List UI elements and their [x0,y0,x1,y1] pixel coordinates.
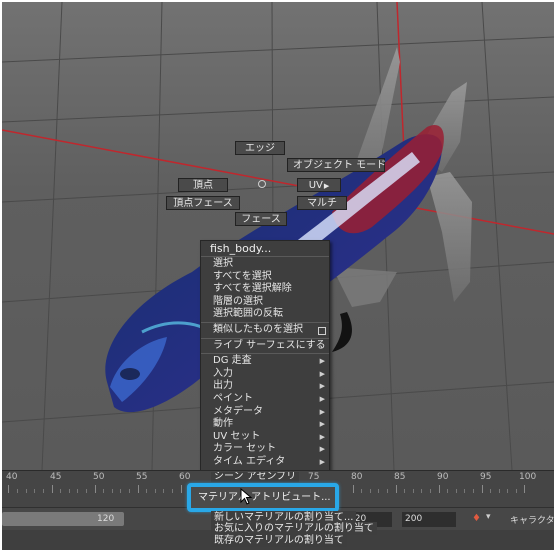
menu-group-live: ライブ サーフェスにする [201,339,329,355]
menu-item-label: タイム エディタ [213,455,286,467]
menu-item-actions[interactable]: 動作 ▶ [201,418,329,431]
menu-item-label: 類似したものを選択 [213,323,303,335]
menu-item-outputs[interactable]: 出力 ▶ [201,380,329,393]
maya-window: エッジ オブジェクト モード 頂点 UV▶ 頂点フェース マルチ フェース fi… [2,2,554,550]
menu-item-paint[interactable]: ペイント ▶ [201,393,329,406]
context-menu: fish_body... 選択 すべてを選択 すべてを選択解除 階層の選択 選択… [200,240,330,471]
tick-label: 90 [437,472,449,482]
menu-item-label: すべてを選択解除 [213,283,292,295]
marking-multi-label: マルチ [307,198,337,209]
menu-title[interactable]: fish_body... [201,241,329,257]
menu-item-make-live[interactable]: ライブ サーフェスにする [201,340,329,353]
menu-item-label: カラー セット [213,443,277,455]
playback-options-icon[interactable]: ▾ [486,512,491,522]
menu-group-select: 選択 すべてを選択 すべてを選択解除 階層の選択 選択範囲の反転 [201,257,329,323]
mouse-cursor-icon [240,488,253,505]
range-start-field[interactable]: 120 [94,512,118,527]
menu-item-dg-traversal[interactable]: DG 走査 ▶ [201,355,329,368]
menu-item-label: ライブ サーフェスにする [213,339,326,351]
marking-vertex-face[interactable]: 頂点フェース [166,196,240,210]
option-box-icon[interactable] [318,326,326,335]
tick-label: 85 [394,472,406,482]
marking-vertex[interactable]: 頂点 [178,178,228,192]
submenu-arrow-icon: ▶ [319,369,325,378]
menu-item-label: 選択範囲の反転 [213,308,283,320]
max-time-field[interactable]: 200 [402,512,456,527]
menu-item-assign-existing-material[interactable]: 既存のマテリアルの割り当て [211,534,347,547]
menu-item-invert-selection[interactable]: 選択範囲の反転 [201,308,329,321]
menu-item-label: 入力 [213,367,233,379]
menu-item-deselect-all[interactable]: すべてを選択解除 [201,283,329,296]
key-icon[interactable]: ♦ [472,514,482,524]
tick-label: 80 [351,472,363,482]
tick-label: 100 [519,472,537,482]
submenu-arrow-icon: ▶ [319,357,325,366]
tick-label: 75 [308,472,320,482]
tick-label: 45 [50,472,62,482]
marking-object-mode-label: オブジェクト モード [293,160,387,171]
menu-item-select-all[interactable]: すべてを選択 [201,271,329,284]
menu-item-metadata[interactable]: メタデータ ▶ [201,406,329,419]
marking-uv[interactable]: UV▶ [297,178,341,192]
menu-item-select-hierarchy[interactable]: 階層の選択 [201,296,329,309]
marking-face[interactable]: フェース [235,212,287,226]
menu-item-time-editor[interactable]: タイム エディタ ▶ [201,456,329,469]
marking-object-mode[interactable]: オブジェクト モード [287,158,387,172]
menu-item-label: DG 走査 [213,355,252,367]
marking-edge[interactable]: エッジ [235,141,285,155]
tick-label: 95 [480,472,492,482]
tick-label: 50 [93,472,105,482]
menu-item-label: メタデータ [213,405,263,417]
menu-item-uv-sets[interactable]: UV セット ▶ [201,431,329,444]
menu-item-label: 選択 [213,258,233,269]
menu-group-submenus: DG 走査 ▶ 入力 ▶ 出力 ▶ ペイント ▶ メタデータ ▶ 動作 ▶ UV セット ▶ … [201,354,329,469]
anal-fin [332,267,397,307]
marking-edge-label: エッジ [245,143,275,154]
menu-item-select-similar[interactable]: 類似したものを選択 [201,324,329,337]
menu-item-material-attributes[interactable]: マテリアル アトリビュート... [187,483,339,512]
marking-face-label: フェース [241,214,281,225]
menu-item-label: 動作 [213,418,233,430]
menu-item-label: 階層の選択 [213,295,263,307]
submenu-arrow-icon: ▶ [323,182,330,190]
submenu-arrow-icon: ▶ [319,420,325,429]
character-set-label[interactable]: キャラクタ [510,513,554,526]
submenu-arrow-icon: ▶ [319,457,325,466]
marking-multi[interactable]: マルチ [297,196,347,210]
menu-item-label: マテリアル アトリビュート... [198,492,331,503]
menu-item-scene-assembly[interactable]: シーン アセンブリ [211,472,300,482]
menu-item-select[interactable]: 選択 [201,258,329,271]
tick-label: 60 [179,472,191,482]
marking-vertex-label: 頂点 [193,180,213,191]
submenu-arrow-icon: ▶ [319,432,325,441]
menu-item-inputs[interactable]: 入力 ▶ [201,368,329,381]
submenu-arrow-icon: ▶ [319,382,325,391]
menu-group-similar: 類似したものを選択 [201,323,329,339]
marking-uv-label: UV [308,180,323,191]
tick-label: 55 [136,472,148,482]
marking-vertex-face-label: 頂点フェース [173,198,233,209]
menu-item-color-sets[interactable]: カラー セット ▶ [201,443,329,456]
menu-item-label: すべてを選択 [213,270,272,282]
submenu-arrow-icon: ▶ [319,445,325,454]
menu-item-label: UV セット [213,430,261,442]
submenu-arrow-icon: ▶ [319,407,325,416]
menu-item-label: ペイント [213,392,253,404]
tick-label: 40 [6,472,18,482]
menu-item-label: 出力 [213,380,233,392]
submenu-arrow-icon: ▶ [319,394,325,403]
